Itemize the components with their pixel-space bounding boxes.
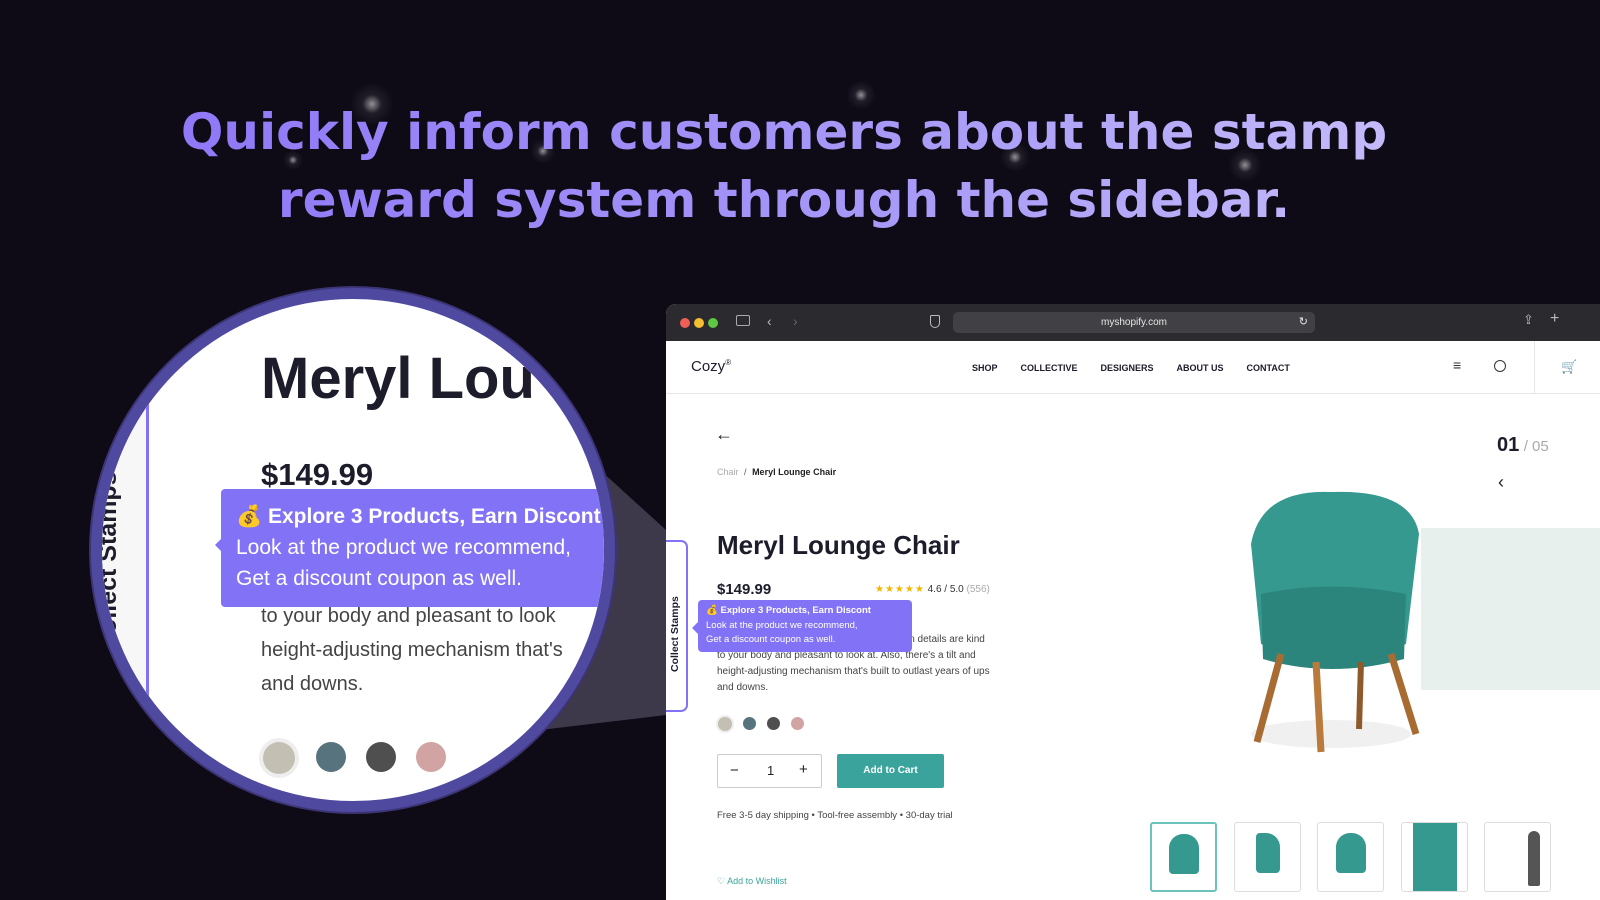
browser-window: ‹ › myshopify.com ↻ ⇪ + Cozy® SHOP COLLEC… (666, 304, 1600, 900)
swatch-slate[interactable] (743, 717, 756, 730)
breadcrumb-separator: / (744, 467, 747, 477)
magnified-title: Meryl Lou (261, 346, 535, 411)
quantity-stepper: − 1 + (717, 754, 822, 788)
sidebar-toggle-icon[interactable] (736, 315, 750, 326)
nav-about-us[interactable]: ABOUT US (1177, 363, 1224, 373)
address-bar[interactable]: myshopify.com ↻ (953, 312, 1315, 333)
thumbnail-2[interactable] (1234, 822, 1301, 892)
thumbnail-4[interactable] (1401, 822, 1468, 892)
headline: Quickly inform customers about the stamp… (0, 98, 1568, 234)
maximize-window-button[interactable] (708, 318, 718, 328)
product-image (1251, 491, 1420, 753)
reload-icon[interactable]: ↻ (1299, 312, 1308, 333)
url-text: myshopify.com (1101, 317, 1167, 328)
swatch-charcoal[interactable] (767, 717, 780, 730)
increase-quantity-button[interactable]: + (799, 761, 808, 778)
sidebar-label: Collect Stamps (669, 596, 681, 672)
thumbnail-1[interactable] (1150, 822, 1217, 892)
shield-icon[interactable] (930, 315, 940, 328)
breadcrumb: Chair / Meryl Lounge Chair (717, 467, 836, 477)
store-header: Cozy® SHOP COLLECTIVE DESIGNERS ABOUT US… (666, 341, 1600, 394)
product-price: $149.99 (717, 581, 772, 598)
nav-shop[interactable]: SHOP (972, 363, 998, 373)
magnified-description: to your body and pleasant to look height-… (261, 605, 563, 695)
magnified-sidebar-tab: Collect Stamps (102, 367, 149, 737)
magnified-tooltip: 💰 Explore 3 Products, Earn Discont Look … (215, 489, 604, 607)
thumbnail-3[interactable] (1317, 822, 1384, 892)
magnified-price: $149.99 (261, 457, 374, 492)
menu-icon[interactable]: ≡ (1453, 357, 1461, 373)
store-logo[interactable]: Cozy® (691, 358, 731, 375)
prev-image-button[interactable]: ‹ (1498, 472, 1504, 493)
nav-designers[interactable]: DESIGNERS (1101, 363, 1154, 373)
headline-line-1: Quickly inform customers about the stamp (180, 103, 1388, 161)
divider (1534, 341, 1535, 394)
main-nav: SHOP COLLECTIVE DESIGNERS ABOUT US CONTA… (972, 363, 1290, 373)
perks: Free 3-5 day shipping • Tool-free assemb… (717, 810, 953, 821)
minimize-window-button[interactable] (694, 318, 704, 328)
collect-stamps-sidebar-tab[interactable]: Collect Stamps (666, 540, 688, 712)
star-rating-icon: ★★★★★ (875, 584, 925, 595)
search-icon[interactable] (1494, 360, 1506, 372)
forward-icon[interactable]: › (793, 313, 798, 329)
breadcrumb-current: Meryl Lounge Chair (752, 467, 837, 477)
nav-collective[interactable]: COLLECTIVE (1021, 363, 1078, 373)
image-pager: 01 / 05 (1497, 434, 1549, 456)
product-rating[interactable]: ★★★★★ 4.6 / 5.0 (556) (875, 584, 990, 595)
swatch-rose[interactable] (791, 717, 804, 730)
nav-contact[interactable]: CONTACT (1247, 363, 1290, 373)
quantity-value[interactable]: 1 (767, 763, 774, 778)
thumbnail-5[interactable] (1484, 822, 1551, 892)
product-title: Meryl Lounge Chair (717, 530, 960, 560)
swatch-beige[interactable] (718, 717, 732, 731)
browser-toolbar: ‹ › myshopify.com ↻ ⇪ + (666, 304, 1600, 341)
wishlist-link[interactable]: ♡ Add to Wishlist (717, 876, 787, 887)
money-bag-icon: 💰 (706, 605, 718, 616)
add-to-cart-button[interactable]: Add to Cart (837, 754, 944, 788)
stamp-tooltip: 💰 Explore 3 Products, Earn Discont Look … (692, 600, 912, 652)
share-icon[interactable]: ⇪ (1523, 312, 1534, 328)
decrease-quantity-button[interactable]: − (730, 762, 739, 779)
new-tab-icon[interactable]: + (1550, 310, 1559, 328)
cart-icon[interactable]: 🛒 (1561, 359, 1577, 375)
heart-icon: ♡ (717, 876, 726, 886)
back-icon[interactable]: ‹ (767, 313, 772, 329)
headline-line-2: reward system through the sidebar. (277, 171, 1291, 229)
magnifier: Collect Stamps Meryl Lou $149.99 to your… (91, 288, 615, 812)
breadcrumb-chair[interactable]: Chair (717, 467, 739, 477)
close-window-button[interactable] (680, 318, 690, 328)
image-backdrop (1421, 528, 1600, 690)
back-arrow-icon[interactable]: ← (715, 424, 733, 445)
